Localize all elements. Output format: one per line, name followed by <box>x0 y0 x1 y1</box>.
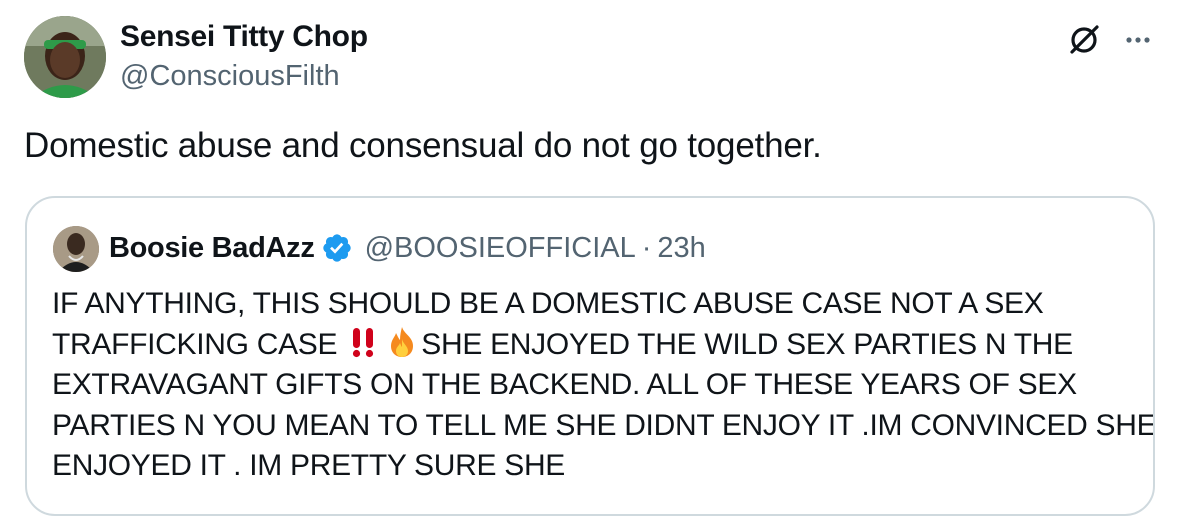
quoted-author-avatar-image <box>53 226 99 272</box>
quoted-author-name[interactable]: Boosie BadAzz <box>109 232 315 265</box>
quoted-text-line: ENJOYED IT . IM PRETTY SURE SHE <box>52 446 1142 487</box>
quoted-author-handle[interactable]: @BOOSIEOFFICIAL <box>365 232 636 265</box>
header-separator: · <box>641 231 652 264</box>
author-avatar[interactable] <box>24 16 106 98</box>
post-text: Domestic abuse and consensual do not go … <box>24 126 822 165</box>
quoted-text-segment: ENJOYED IT . IM PRETTY SURE SHE <box>52 449 566 482</box>
author-name[interactable]: Sensei Titty Chop <box>120 20 368 54</box>
quoted-text-segment: SHE ENJOYED THE WILD SEX PARTIES N THE <box>421 327 1073 361</box>
grok-icon[interactable] <box>1064 20 1104 60</box>
author-avatar-image <box>24 16 106 98</box>
quoted-post-header: Boosie BadAzz @BOOSIEOFFICIAL · 23h <box>109 230 706 266</box>
quoted-text-segment: IF ANYTHING, THIS SHOULD BE A DOMESTIC A… <box>52 287 1044 320</box>
quoted-author-avatar[interactable] <box>53 226 99 272</box>
author-handle[interactable]: @ConsciousFilth <box>120 60 340 93</box>
quoted-text-line: PARTIES N YOU MEAN TO TELL ME SHE DIDNT … <box>52 406 1153 447</box>
quoted-post-card[interactable]: Boosie BadAzz @BOOSIEOFFICIAL · 23h IF A… <box>25 196 1155 516</box>
quoted-text-line: TRAFFICKING CASE SHE ENJOYED THE WILD SE… <box>52 325 1142 366</box>
quoted-post-time[interactable]: 23h <box>657 232 705 265</box>
more-icon[interactable] <box>1118 20 1158 60</box>
quoted-text-segment: EXTRAVAGANT GIFTS ON THE BACKEND. ALL OF… <box>52 368 1077 401</box>
verified-badge-icon[interactable] <box>321 232 353 264</box>
quoted-post-text: IF ANYTHING, THIS SHOULD BE A DOMESTIC A… <box>52 284 1153 487</box>
fire-emoji <box>391 326 414 357</box>
double-exclamation-emoji <box>353 327 374 357</box>
quoted-text-segment: PARTIES N YOU MEAN TO TELL ME SHE DIDNT … <box>52 408 1155 442</box>
quoted-text-segment: TRAFFICKING CASE <box>52 327 346 361</box>
quoted-text-line: IF ANYTHING, THIS SHOULD BE A DOMESTIC A… <box>52 284 1142 325</box>
quoted-text-line: EXTRAVAGANT GIFTS ON THE BACKEND. ALL OF… <box>52 365 1142 406</box>
